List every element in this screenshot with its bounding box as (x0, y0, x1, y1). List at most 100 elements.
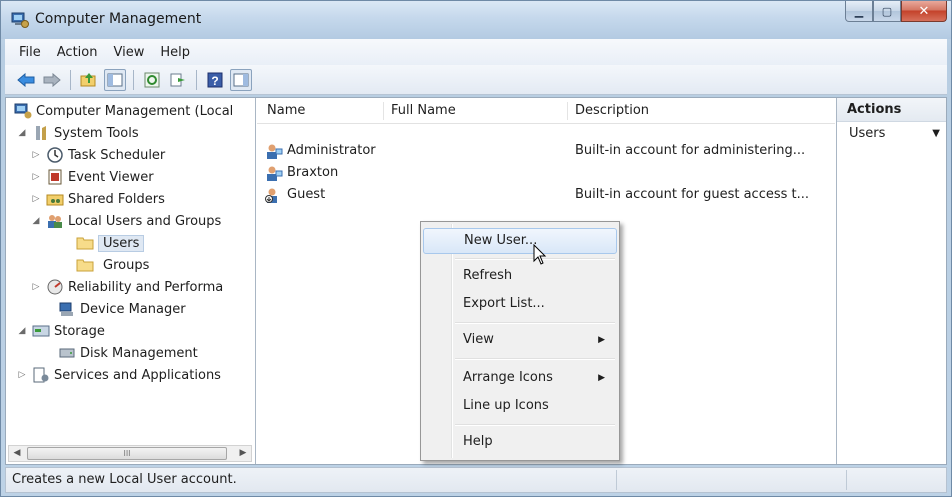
tree-item-label: Local Users and Groups (68, 213, 222, 229)
user-name: Administrator (287, 143, 376, 158)
expand-arrow-icon[interactable]: ▷ (16, 370, 28, 380)
tree-item-groups[interactable]: Groups (72, 254, 149, 276)
tree-item-computer-management[interactable]: Computer Management (Local (10, 100, 233, 122)
collapse-arrow-icon[interactable]: ◢ (16, 326, 28, 336)
tree-item-services-and-applications[interactable]: ▷ Services and Applications (16, 364, 221, 386)
list-row-braxton[interactable]: Braxton (257, 162, 835, 184)
toolbar: ? (5, 65, 947, 95)
minimize-button[interactable]: ▁ (845, 1, 873, 22)
up-one-level-button[interactable] (78, 69, 100, 91)
status-bar: Creates a new Local User account. (5, 467, 947, 493)
show-hide-console-tree-button[interactable] (104, 68, 126, 91)
close-icon: ✕ (918, 3, 930, 19)
collapse-arrow-icon[interactable]: ◢ (30, 216, 42, 226)
refresh-icon (144, 72, 160, 87)
tree-item-label: Reliability and Performa (68, 279, 224, 295)
column-divider[interactable] (567, 102, 568, 120)
list-row-administrator[interactable]: Administrator Built-in account for admin… (257, 140, 835, 162)
console-tree[interactable]: Computer Management (Local ◢ System Tool… (6, 98, 256, 464)
tree-item-reliability-and-performance[interactable]: ▷ Reliability and Performa (30, 276, 223, 298)
help-icon: ? (207, 72, 223, 88)
scrollbar-thumb[interactable]: III (27, 447, 227, 460)
disabled-user-icon (265, 188, 277, 203)
actions-section-users[interactable]: Users ▼ (837, 122, 946, 146)
column-divider[interactable] (383, 102, 384, 120)
expand-arrow-icon[interactable]: ▷ (30, 150, 42, 160)
tree-item-system-tools[interactable]: ◢ System Tools (16, 122, 139, 144)
status-divider (616, 470, 617, 490)
tree-item-shared-folders[interactable]: ▷ Shared Folders (30, 188, 165, 210)
tree-item-local-users-and-groups[interactable]: ◢ Local Users and Groups (30, 210, 222, 232)
menu-action[interactable]: Action (49, 43, 106, 62)
list-row-guest[interactable]: Guest Built-in account for guest access … (257, 184, 835, 206)
context-menu: New User... Refresh Export List... View … (420, 221, 620, 461)
window-controls: ▁ ▢ ✕ (845, 1, 947, 23)
clock-icon (47, 147, 63, 163)
status-divider (846, 470, 847, 490)
tree-item-event-viewer[interactable]: ▷ Event Viewer (30, 166, 154, 188)
context-menu-line-up-icons[interactable]: Line up Icons (423, 394, 617, 420)
show-hide-action-pane-button[interactable] (230, 68, 252, 91)
expand-arrow-icon[interactable]: ▷ (30, 194, 42, 204)
menu-view[interactable]: View (105, 43, 152, 62)
user-name: Braxton (287, 165, 339, 180)
export-icon (170, 73, 185, 86)
tree-item-label: Computer Management (Local (36, 103, 234, 119)
help-button[interactable]: ? (204, 69, 226, 91)
back-button[interactable] (15, 69, 37, 91)
collapse-arrow-icon[interactable]: ◢ (16, 128, 28, 138)
menu-item-label: View (463, 332, 494, 347)
action-pane-icon (233, 73, 249, 86)
scroll-left-icon[interactable]: ◀ (9, 446, 25, 461)
tree-item-users[interactable]: Users (72, 232, 145, 254)
menu-help[interactable]: Help (152, 43, 198, 62)
context-menu-help[interactable]: Help (423, 430, 617, 456)
tree-item-device-manager[interactable]: Device Manager (54, 298, 186, 320)
tree-item-storage[interactable]: ◢ Storage (16, 320, 105, 342)
column-header-name[interactable]: Name (267, 103, 305, 118)
tree-item-label: System Tools (54, 125, 139, 141)
tree-item-label: Device Manager (80, 301, 186, 317)
status-text: Creates a new Local User account. (12, 472, 237, 487)
menu-separator (455, 358, 615, 360)
toolbar-separator (133, 69, 134, 90)
context-menu-new-user[interactable]: New User... (423, 228, 617, 254)
close-button[interactable]: ✕ (901, 1, 947, 22)
collapse-arrow-icon[interactable]: ▼ (932, 128, 940, 139)
expand-arrow-icon[interactable]: ▷ (30, 172, 42, 182)
scroll-right-icon[interactable]: ▶ (235, 446, 251, 461)
tree-item-label: Users (98, 234, 145, 252)
maximize-icon: ▢ (881, 4, 893, 18)
device-manager-icon (59, 302, 73, 316)
title-bar[interactable]: Computer Management ▁ ▢ ✕ (1, 1, 951, 39)
tree-horizontal-scrollbar[interactable]: ◀ III ▶ (8, 445, 252, 462)
tree-item-disk-management[interactable]: Disk Management (54, 342, 198, 364)
list-header: Name Full Name Description (257, 98, 835, 124)
tree-item-label: Event Viewer (68, 169, 154, 185)
storage-icon (32, 325, 50, 337)
column-header-description[interactable]: Description (575, 103, 649, 118)
context-menu-arrange-icons[interactable]: Arrange Icons ▶ (423, 366, 617, 392)
expand-arrow-icon[interactable]: ▷ (30, 282, 42, 292)
menu-separator (455, 322, 615, 324)
context-menu-refresh[interactable]: Refresh (423, 264, 617, 290)
submenu-arrow-icon: ▶ (598, 373, 605, 383)
refresh-button[interactable] (141, 69, 163, 91)
actions-header: Actions (837, 98, 946, 122)
context-menu-export-list[interactable]: Export List... (423, 292, 617, 318)
column-header-full-name[interactable]: Full Name (391, 103, 456, 118)
maximize-button[interactable]: ▢ (873, 1, 901, 22)
export-list-button[interactable] (167, 69, 189, 91)
tree-item-label: Groups (103, 257, 150, 273)
forward-button[interactable] (41, 69, 63, 91)
scrollbar-grip: III (123, 449, 131, 458)
tree-item-task-scheduler[interactable]: ▷ Task Scheduler (30, 144, 165, 166)
folder-icon (76, 259, 94, 272)
menu-item-label: Refresh (463, 268, 513, 283)
actions-section-label: Users (849, 126, 886, 141)
context-menu-view[interactable]: View ▶ (423, 328, 617, 354)
menu-bar: File Action View Help (5, 39, 947, 65)
menu-file[interactable]: File (11, 43, 49, 62)
tree-item-label: Services and Applications (54, 367, 221, 383)
tree-item-label: Storage (54, 323, 105, 339)
